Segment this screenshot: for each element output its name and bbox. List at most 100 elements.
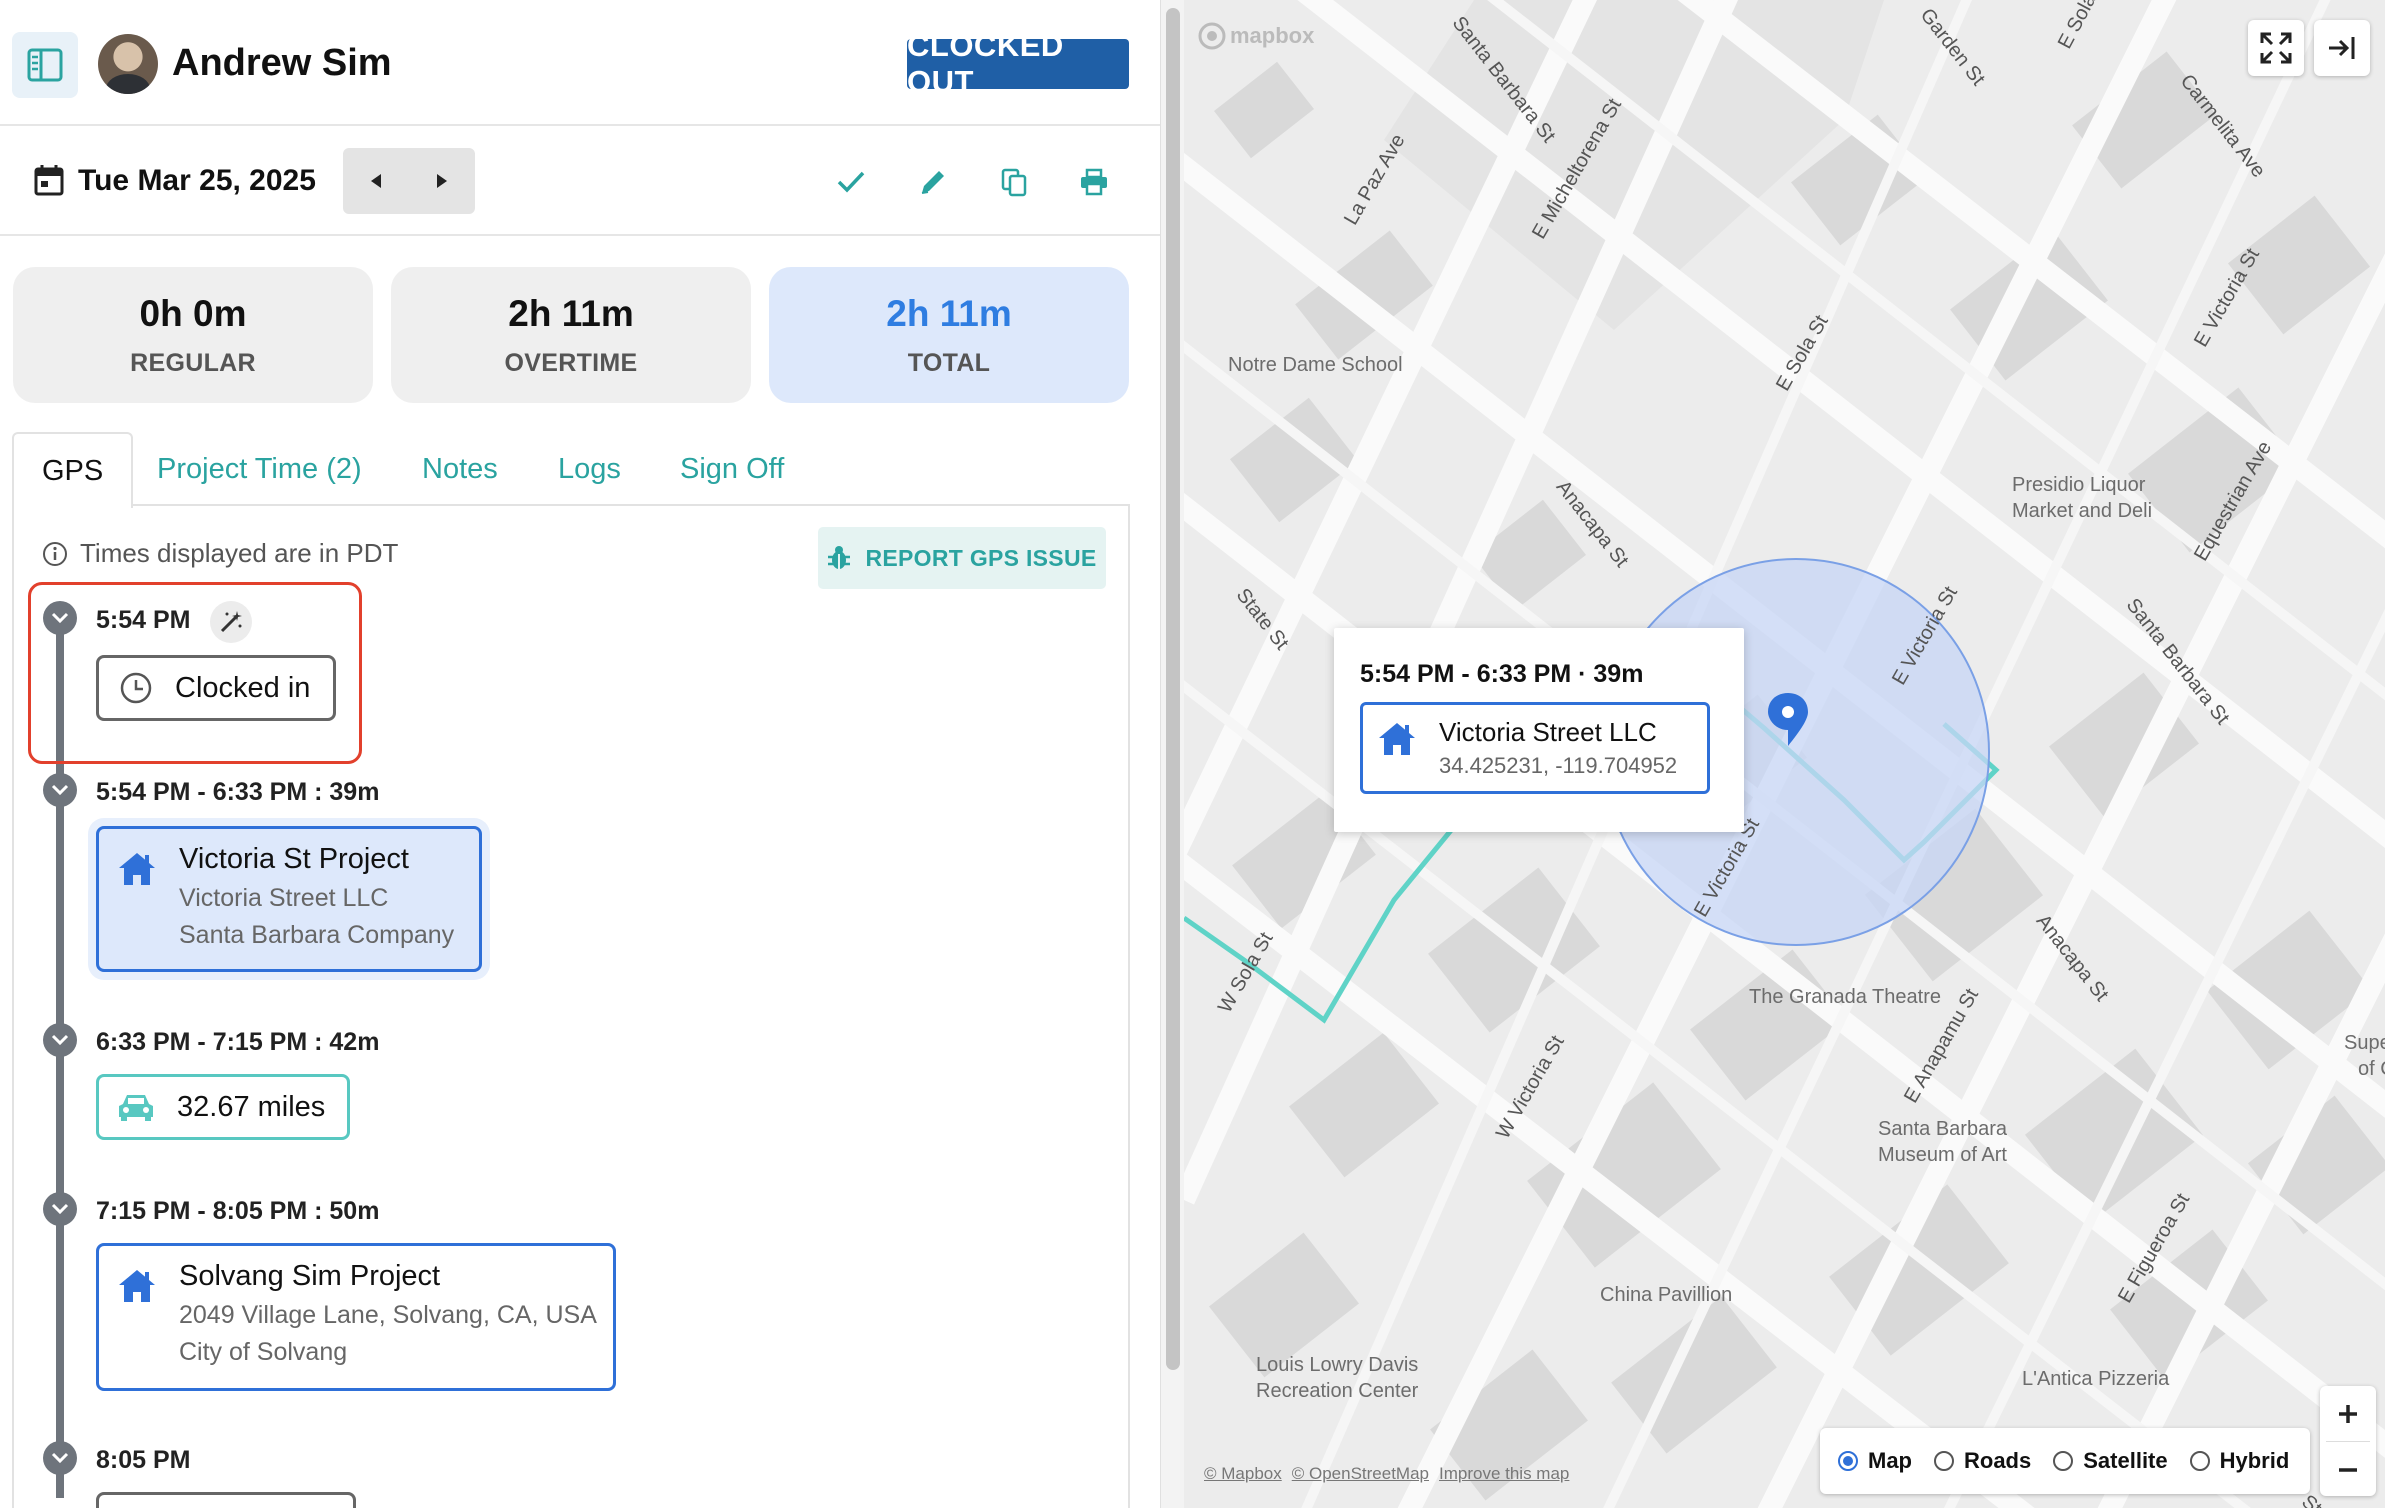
map-type-selector: Map Roads Satellite Hybrid bbox=[1820, 1428, 2310, 1494]
print-button[interactable] bbox=[1076, 164, 1112, 200]
status-badge: CLOCKED OUT bbox=[907, 28, 1129, 99]
travel-card[interactable]: 32.67 miles bbox=[96, 1074, 350, 1140]
zoom-out-button[interactable] bbox=[2320, 1442, 2376, 1497]
project-card-solvang[interactable]: Solvang Sim Project 2049 Village Lane, S… bbox=[96, 1243, 616, 1391]
house-icon bbox=[119, 1270, 155, 1302]
popup-coordinates: 34.425231, -119.704952 bbox=[1439, 753, 1678, 778]
mapbox-attribution-link[interactable]: © Mapbox bbox=[1204, 1464, 1282, 1484]
place-label: L'Antica Pizzeria bbox=[2022, 1368, 2170, 1390]
pencil-icon bbox=[921, 171, 944, 194]
zoom-in-button[interactable] bbox=[2320, 1386, 2376, 1441]
sidebar-toggle-button[interactable] bbox=[12, 32, 78, 98]
improve-map-link[interactable]: Improve this map bbox=[1439, 1464, 1569, 1484]
map-type-map[interactable]: Map bbox=[1838, 1448, 1912, 1474]
highlight-annotation bbox=[28, 582, 362, 764]
timeline-toggle-3[interactable] bbox=[43, 1023, 77, 1057]
tab-gps[interactable]: GPS bbox=[12, 432, 134, 508]
mapbox-logo-text: mapbox bbox=[1230, 23, 1315, 48]
caret-right-icon bbox=[437, 174, 447, 188]
timeline-toggle-5[interactable] bbox=[43, 1441, 77, 1475]
project-company: Santa Barbara Company bbox=[179, 921, 455, 949]
project-customer: City of Solvang bbox=[179, 1338, 348, 1366]
timezone-note: Times displayed are in PDT bbox=[42, 538, 398, 569]
project-customer: Victoria Street LLC bbox=[179, 884, 389, 912]
minus-icon bbox=[2339, 1467, 2357, 1472]
place-label: Louis Lowry Davis bbox=[1256, 1354, 1419, 1376]
plus-icon bbox=[2339, 1404, 2357, 1423]
place-label: Notre Dame School bbox=[1228, 354, 1403, 376]
expand-icon bbox=[2260, 32, 2292, 64]
next-day-button[interactable] bbox=[417, 156, 467, 206]
panel-header: Andrew Sim CLOCKED OUT bbox=[0, 0, 1160, 126]
previous-day-button[interactable] bbox=[351, 156, 401, 206]
chevron-down-icon bbox=[51, 1034, 69, 1046]
map-type-satellite[interactable]: Satellite bbox=[2053, 1448, 2168, 1474]
timeline-time-3: 6:33 PM - 7:15 PM : 42m bbox=[96, 1028, 380, 1056]
tab-bar: GPS Project Time (2) Notes Logs Sign Off bbox=[12, 432, 1130, 508]
house-icon bbox=[1379, 723, 1415, 755]
popup-location-card[interactable]: Victoria Street LLC 34.425231, -119.7049… bbox=[1360, 702, 1710, 794]
arrow-to-right-icon bbox=[2329, 37, 2355, 59]
stat-total-label: TOTAL bbox=[907, 349, 991, 377]
project-address: 2049 Village Lane, Solvang, CA, USA bbox=[179, 1301, 597, 1329]
tab-project-time[interactable]: Project Time (2) bbox=[157, 432, 362, 506]
travel-distance: 32.67 miles bbox=[177, 1090, 326, 1123]
tab-sign-off[interactable]: Sign Off bbox=[680, 432, 784, 506]
timeline-time-4: 7:15 PM - 8:05 PM : 50m bbox=[96, 1197, 380, 1225]
approve-button[interactable] bbox=[833, 164, 869, 200]
collapse-map-button[interactable] bbox=[2314, 20, 2370, 76]
popup-time: 5:54 PM - 6:33 PM · 39m bbox=[1360, 660, 1644, 688]
info-icon bbox=[43, 541, 67, 566]
gps-map[interactable]: mapbox Notre Dame School Presidio Liquor… bbox=[1184, 0, 2385, 1508]
chevron-down-icon bbox=[51, 1452, 69, 1464]
timeline-time-5: 8:05 PM bbox=[96, 1446, 191, 1474]
map-type-label: Map bbox=[1868, 1448, 1912, 1473]
stat-overtime-value: 2h 11m bbox=[508, 293, 634, 334]
timezone-note-text: Times displayed are in PDT bbox=[80, 538, 399, 568]
map-attribution: © Mapbox © OpenStreetMap Improve this ma… bbox=[1204, 1464, 1569, 1484]
panel-scrollbar[interactable] bbox=[1160, 0, 1184, 1508]
radio-hybrid[interactable] bbox=[2189, 1451, 2210, 1471]
map-type-label: Hybrid bbox=[2219, 1448, 2290, 1473]
tab-notes[interactable]: Notes bbox=[422, 432, 498, 506]
osm-attribution-link[interactable]: © OpenStreetMap bbox=[1292, 1464, 1429, 1484]
mapbox-logo: mapbox bbox=[1198, 22, 1314, 50]
zoom-controls bbox=[2320, 1386, 2376, 1496]
calendar-icon bbox=[34, 165, 64, 196]
scrollbar-thumb[interactable] bbox=[1166, 8, 1180, 1370]
project-title: Solvang Sim Project bbox=[179, 1260, 441, 1292]
edit-button[interactable] bbox=[915, 164, 951, 200]
caret-left-icon bbox=[371, 174, 381, 188]
chevron-down-icon bbox=[51, 1203, 69, 1215]
copy-button[interactable] bbox=[996, 164, 1032, 200]
radio-map[interactable] bbox=[1838, 1451, 1858, 1471]
stat-total: 2h 11m TOTAL bbox=[769, 267, 1129, 403]
location-popup: 5:54 PM - 6:33 PM · 39m Victoria Street … bbox=[1334, 628, 1744, 832]
timeline-toggle-2[interactable] bbox=[43, 773, 77, 807]
place-label: Santa Barbara bbox=[1878, 1118, 2007, 1140]
map-type-hybrid[interactable]: Hybrid bbox=[2189, 1448, 2290, 1474]
fullscreen-button[interactable] bbox=[2248, 20, 2304, 76]
clocked-out-card[interactable] bbox=[96, 1492, 356, 1508]
report-gps-issue-button[interactable]: REPORT GPS ISSUE bbox=[818, 527, 1106, 589]
stat-total-value: 2h 11m bbox=[886, 293, 1012, 334]
app-root: Andrew Sim CLOCKED OUT Tue Mar 25, 2025 bbox=[0, 0, 2385, 1508]
place-label: The Granada Theatre bbox=[1749, 986, 1941, 1008]
map-type-roads[interactable]: Roads bbox=[1934, 1448, 2031, 1474]
date-nav bbox=[343, 148, 475, 214]
printer-icon bbox=[1081, 168, 1107, 196]
mapbox-mark-icon bbox=[1198, 22, 1226, 50]
project-card-victoria[interactable]: Victoria St Project Victoria Street LLC … bbox=[96, 826, 482, 972]
tab-logs[interactable]: Logs bbox=[558, 432, 621, 506]
bug-icon bbox=[828, 546, 851, 569]
selected-date: Tue Mar 25, 2025 bbox=[78, 164, 316, 197]
chevron-down-icon bbox=[51, 784, 69, 796]
place-label: China Pavillion bbox=[1600, 1284, 1733, 1306]
user-name: Andrew Sim bbox=[172, 42, 392, 84]
place-label: Museum of Art bbox=[1878, 1144, 2007, 1166]
avatar bbox=[98, 34, 158, 94]
timeline-toggle-4[interactable] bbox=[43, 1192, 77, 1226]
radio-satellite[interactable] bbox=[2053, 1451, 2074, 1471]
radio-roads[interactable] bbox=[1934, 1451, 1954, 1471]
map-type-label: Satellite bbox=[2083, 1448, 2168, 1473]
